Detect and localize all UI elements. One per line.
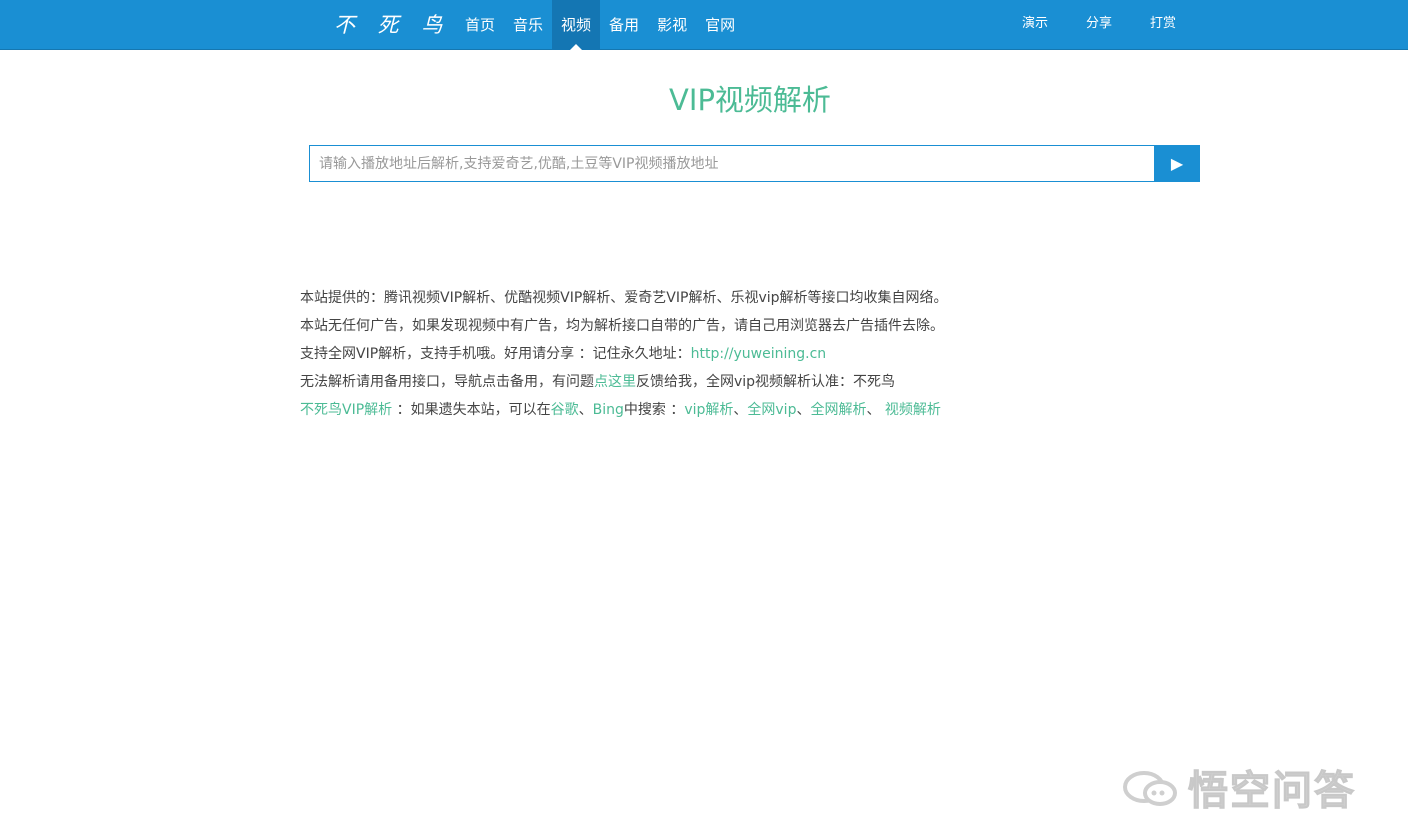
brand-link[interactable]: 不死鸟VIP解析 <box>300 402 392 418</box>
keyword-link-video-parse[interactable]: 视频解析 <box>885 402 941 418</box>
nav-item-home[interactable]: 首页 <box>456 0 504 50</box>
chat-bubbles-icon <box>1123 771 1177 806</box>
watermark-text: 悟空问答 <box>1188 768 1356 815</box>
info-line: 支持全网VIP解析，支持手机哦。好用请分享 ：记住永久地址：http://yuw… <box>300 340 1100 368</box>
site-brand[interactable]: 不 死 鸟 <box>334 10 450 40</box>
keyword-link-all-vip[interactable]: 全网vip <box>747 402 796 418</box>
nav-item-official[interactable]: 官网 <box>696 0 744 50</box>
nav-item-demo[interactable]: 演示 <box>1010 0 1060 50</box>
info-text: 无法解析请用备用接口，导航点击备用，有问题 <box>300 374 594 390</box>
search-bar: ▶ <box>309 145 1200 182</box>
page-title: VIP视频解析 <box>669 83 831 117</box>
nav-item-share[interactable]: 分享 <box>1074 0 1124 50</box>
nav-item-video[interactable]: 视频 <box>552 0 601 50</box>
play-icon: ▶ <box>1170 155 1184 173</box>
bing-link[interactable]: Bing <box>593 402 624 418</box>
info-line: 本站无任何广告，如果发现视频中有广告，均为解析接口自带的广告，请自己用浏览器去广… <box>300 312 1100 340</box>
parse-button[interactable]: ▶ <box>1154 145 1200 182</box>
primary-nav: 首页 音乐 视频 备用 影视 官网 <box>456 0 744 50</box>
nav-item-music[interactable]: 音乐 <box>504 0 552 50</box>
info-text: 支持全网VIP解析，支持手机哦。好用请分享 ：记住永久地址： <box>300 346 691 362</box>
info-text: 本站无任何广告，如果发现视频中有广告，均为解析接口自带的广告，请自己用浏览器去广… <box>300 318 944 334</box>
feedback-link[interactable]: 点这里 <box>594 374 636 390</box>
separator: 、 <box>796 402 811 418</box>
info-line: 不死鸟VIP解析 ：如果遗失本站，可以在谷歌、Bing中搜索 ：vip解析、全网… <box>300 396 1100 424</box>
nav-item-backup[interactable]: 备用 <box>600 0 648 50</box>
nav-item-donate[interactable]: 打赏 <box>1138 0 1188 50</box>
permanent-address-link[interactable]: http://yuweining.cn <box>691 346 827 362</box>
watermark: 悟空问答 <box>1122 757 1356 817</box>
separator: 、 <box>733 402 748 418</box>
secondary-nav: 演示 分享 打赏 <box>1010 0 1202 50</box>
nav-item-movies[interactable]: 影视 <box>648 0 696 50</box>
keyword-link-all-parse[interactable]: 全网解析 <box>810 402 866 418</box>
info-text: ：如果遗失本站，可以在 <box>392 402 551 418</box>
keyword-link-vip-parse[interactable]: vip解析 <box>684 402 733 418</box>
info-text: 反馈给我，全网vip视频解析认准：不死鸟 <box>636 374 896 390</box>
info-line: 无法解析请用备用接口，导航点击备用，有问题点这里反馈给我，全网vip视频解析认准… <box>300 368 1100 396</box>
video-url-input[interactable] <box>309 145 1154 182</box>
separator: 、 <box>866 402 885 418</box>
info-section: 本站提供的：腾讯视频VIP解析、优酷视频VIP解析、爱奇艺VIP解析、乐视vip… <box>300 284 1100 424</box>
google-link[interactable]: 谷歌 <box>551 402 579 418</box>
top-navbar: 不 死 鸟 首页 音乐 视频 备用 影视 官网 演示 分享 打赏 <box>0 0 1408 50</box>
separator: 、 <box>578 402 593 418</box>
info-text: 中搜索 ： <box>623 402 685 418</box>
info-text: 本站提供的：腾讯视频VIP解析、优酷视频VIP解析、爱奇艺VIP解析、乐视vip… <box>300 290 948 306</box>
info-line: 本站提供的：腾讯视频VIP解析、优酷视频VIP解析、爱奇艺VIP解析、乐视vip… <box>300 284 1100 312</box>
